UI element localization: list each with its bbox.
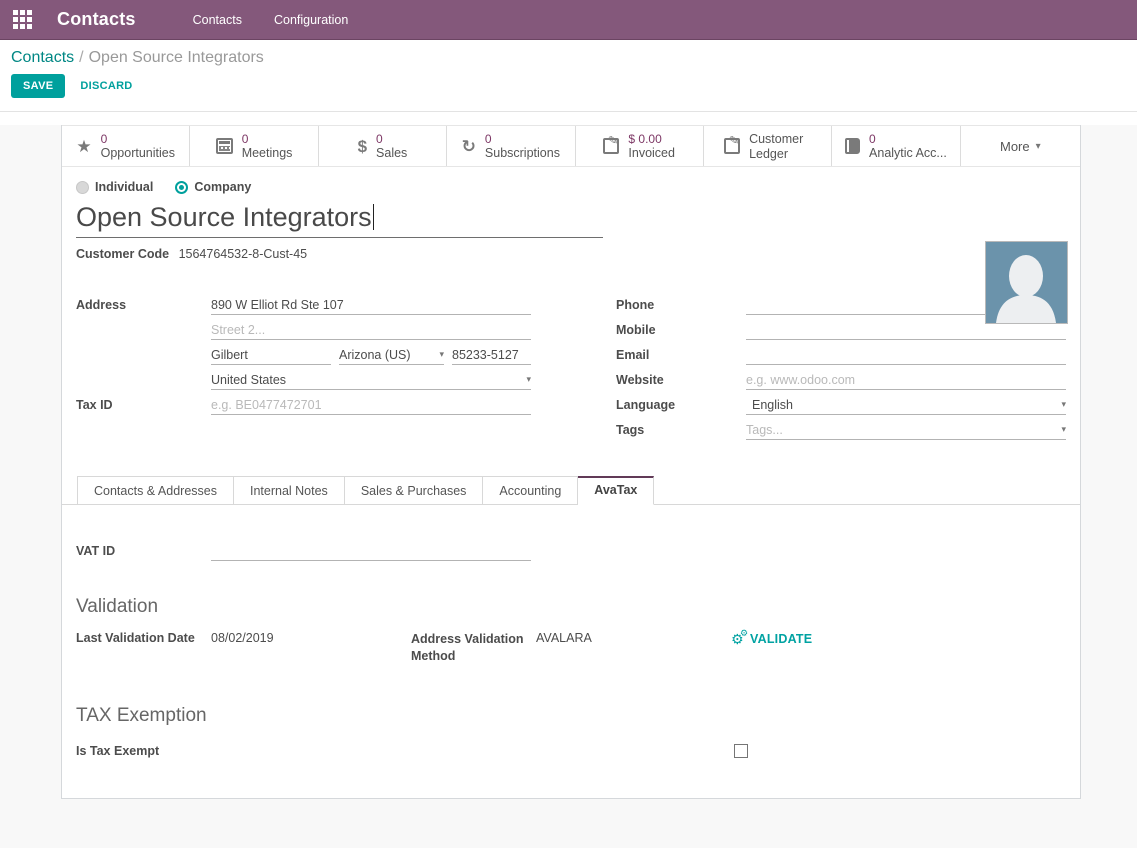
website-input[interactable] bbox=[746, 370, 1066, 390]
vat-id-label: VAT ID bbox=[76, 544, 211, 558]
stat-button-box: ★ 0 Opportunities 0 Meetings $ 0 Sales bbox=[62, 125, 1080, 167]
tags-label: Tags bbox=[616, 423, 746, 437]
customer-code-label: Customer Code bbox=[76, 247, 169, 261]
address-validation-method-label: Address Validation Method bbox=[411, 631, 536, 665]
calendar-icon bbox=[216, 138, 233, 154]
email-input[interactable] bbox=[746, 345, 1066, 365]
left-field-column: Address Arizona (US) ▾ bbox=[76, 292, 571, 442]
tax-exemption-section-title: TAX Exemption bbox=[76, 705, 1066, 727]
language-label: Language bbox=[616, 398, 746, 412]
stat-button-invoiced[interactable]: $ 0.00 Invoiced bbox=[576, 126, 704, 166]
website-label: Website bbox=[616, 373, 746, 387]
mobile-label: Mobile bbox=[616, 323, 746, 337]
language-select[interactable]: English ▾ bbox=[746, 395, 1066, 415]
refresh-icon: ↻ bbox=[462, 138, 476, 155]
menu-contacts[interactable]: Contacts bbox=[181, 8, 254, 32]
is-tax-exempt-checkbox[interactable] bbox=[734, 744, 748, 758]
partner-photo[interactable] bbox=[985, 241, 1068, 324]
chevron-down-icon: ▾ bbox=[1036, 141, 1041, 152]
breadcrumb: Contacts/Open Source Integrators bbox=[11, 49, 1137, 67]
text-cursor bbox=[373, 204, 374, 230]
partner-name-input[interactable]: Open Source Integrators bbox=[76, 201, 603, 238]
is-tax-exempt-label: Is Tax Exempt bbox=[76, 744, 734, 758]
last-validation-date-label: Last Validation Date bbox=[76, 631, 211, 645]
breadcrumb-separator: / bbox=[74, 49, 88, 66]
menu-configuration[interactable]: Configuration bbox=[262, 8, 360, 32]
zip-input[interactable] bbox=[452, 345, 531, 365]
chevron-down-icon: ▾ bbox=[439, 349, 444, 360]
form-sheet: ★ 0 Opportunities 0 Meetings $ 0 Sales bbox=[61, 125, 1081, 799]
star-icon: ★ bbox=[76, 138, 91, 155]
pencil-square-icon bbox=[724, 138, 740, 154]
more-button[interactable]: More ▾ bbox=[961, 126, 1080, 166]
city-input[interactable] bbox=[211, 345, 331, 365]
stat-button-opportunities[interactable]: ★ 0 Opportunities bbox=[62, 126, 190, 166]
avatax-tab-pane: VAT ID Validation Last Validation Date 0… bbox=[62, 505, 1080, 758]
stat-button-sales[interactable]: $ 0 Sales bbox=[319, 126, 447, 166]
individual-radio[interactable] bbox=[76, 181, 89, 194]
state-select[interactable]: Arizona (US) ▾ bbox=[339, 345, 444, 365]
top-navbar: Contacts Contacts Configuration bbox=[0, 0, 1137, 40]
apps-grid-icon[interactable] bbox=[13, 10, 32, 29]
discard-button[interactable]: DISCARD bbox=[80, 80, 132, 92]
tab-internal-notes[interactable]: Internal Notes bbox=[234, 476, 345, 505]
email-label: Email bbox=[616, 348, 746, 362]
street2-input[interactable] bbox=[211, 320, 531, 340]
validation-section-title: Validation bbox=[76, 596, 1066, 618]
tab-contacts-addresses[interactable]: Contacts & Addresses bbox=[77, 476, 234, 505]
vat-id-input[interactable] bbox=[211, 541, 531, 561]
navbar-menu: Contacts Configuration bbox=[181, 8, 361, 32]
avatar-silhouette-image bbox=[986, 242, 1067, 323]
validate-button[interactable]: ⚙⚙ VALIDATE bbox=[731, 631, 812, 647]
company-radio-label[interactable]: Company bbox=[194, 180, 251, 194]
tax-id-label: Tax ID bbox=[76, 398, 211, 412]
tax-id-input[interactable] bbox=[211, 395, 531, 415]
breadcrumb-current: Open Source Integrators bbox=[89, 49, 264, 66]
stat-button-analytic-accounts[interactable]: 0 Analytic Acc... bbox=[832, 126, 960, 166]
dollar-icon: $ bbox=[358, 138, 367, 155]
tab-avatax[interactable]: AvaTax bbox=[578, 476, 654, 505]
customer-code-value: 1564764532-8-Cust-45 bbox=[179, 247, 308, 261]
stat-button-customer-ledger[interactable]: Customer Ledger bbox=[704, 126, 832, 166]
company-type-selector: Individual Company bbox=[76, 180, 1066, 194]
breadcrumb-parent[interactable]: Contacts bbox=[11, 49, 74, 66]
last-validation-date-value: 08/02/2019 bbox=[211, 631, 411, 645]
book-icon bbox=[845, 138, 860, 154]
address-validation-method-value: AVALARA bbox=[536, 631, 731, 645]
tab-sales-purchases[interactable]: Sales & Purchases bbox=[345, 476, 484, 505]
address-label: Address bbox=[76, 298, 211, 312]
phone-label: Phone bbox=[616, 298, 746, 312]
chevron-down-icon: ▾ bbox=[526, 374, 531, 385]
chevron-down-icon: ▾ bbox=[1061, 424, 1066, 435]
country-select[interactable]: United States ▾ bbox=[211, 370, 531, 390]
individual-radio-label[interactable]: Individual bbox=[95, 180, 153, 194]
street-input[interactable] bbox=[211, 295, 531, 315]
control-panel: Contacts/Open Source Integrators SAVE DI… bbox=[0, 40, 1137, 112]
tab-accounting[interactable]: Accounting bbox=[483, 476, 578, 505]
save-button[interactable]: SAVE bbox=[11, 74, 65, 98]
form-view-background: ★ 0 Opportunities 0 Meetings $ 0 Sales bbox=[0, 125, 1137, 848]
notebook-tabs: Contacts & Addresses Internal Notes Sale… bbox=[62, 476, 1080, 505]
company-radio[interactable] bbox=[175, 181, 188, 194]
stat-button-subscriptions[interactable]: ↻ 0 Subscriptions bbox=[447, 126, 575, 166]
pencil-square-icon bbox=[603, 138, 619, 154]
app-title: Contacts bbox=[57, 9, 136, 30]
cogs-icon: ⚙⚙ bbox=[731, 631, 749, 647]
tags-select[interactable]: Tags... ▾ bbox=[746, 420, 1066, 440]
stat-button-meetings[interactable]: 0 Meetings bbox=[190, 126, 318, 166]
chevron-down-icon: ▾ bbox=[1061, 399, 1066, 410]
